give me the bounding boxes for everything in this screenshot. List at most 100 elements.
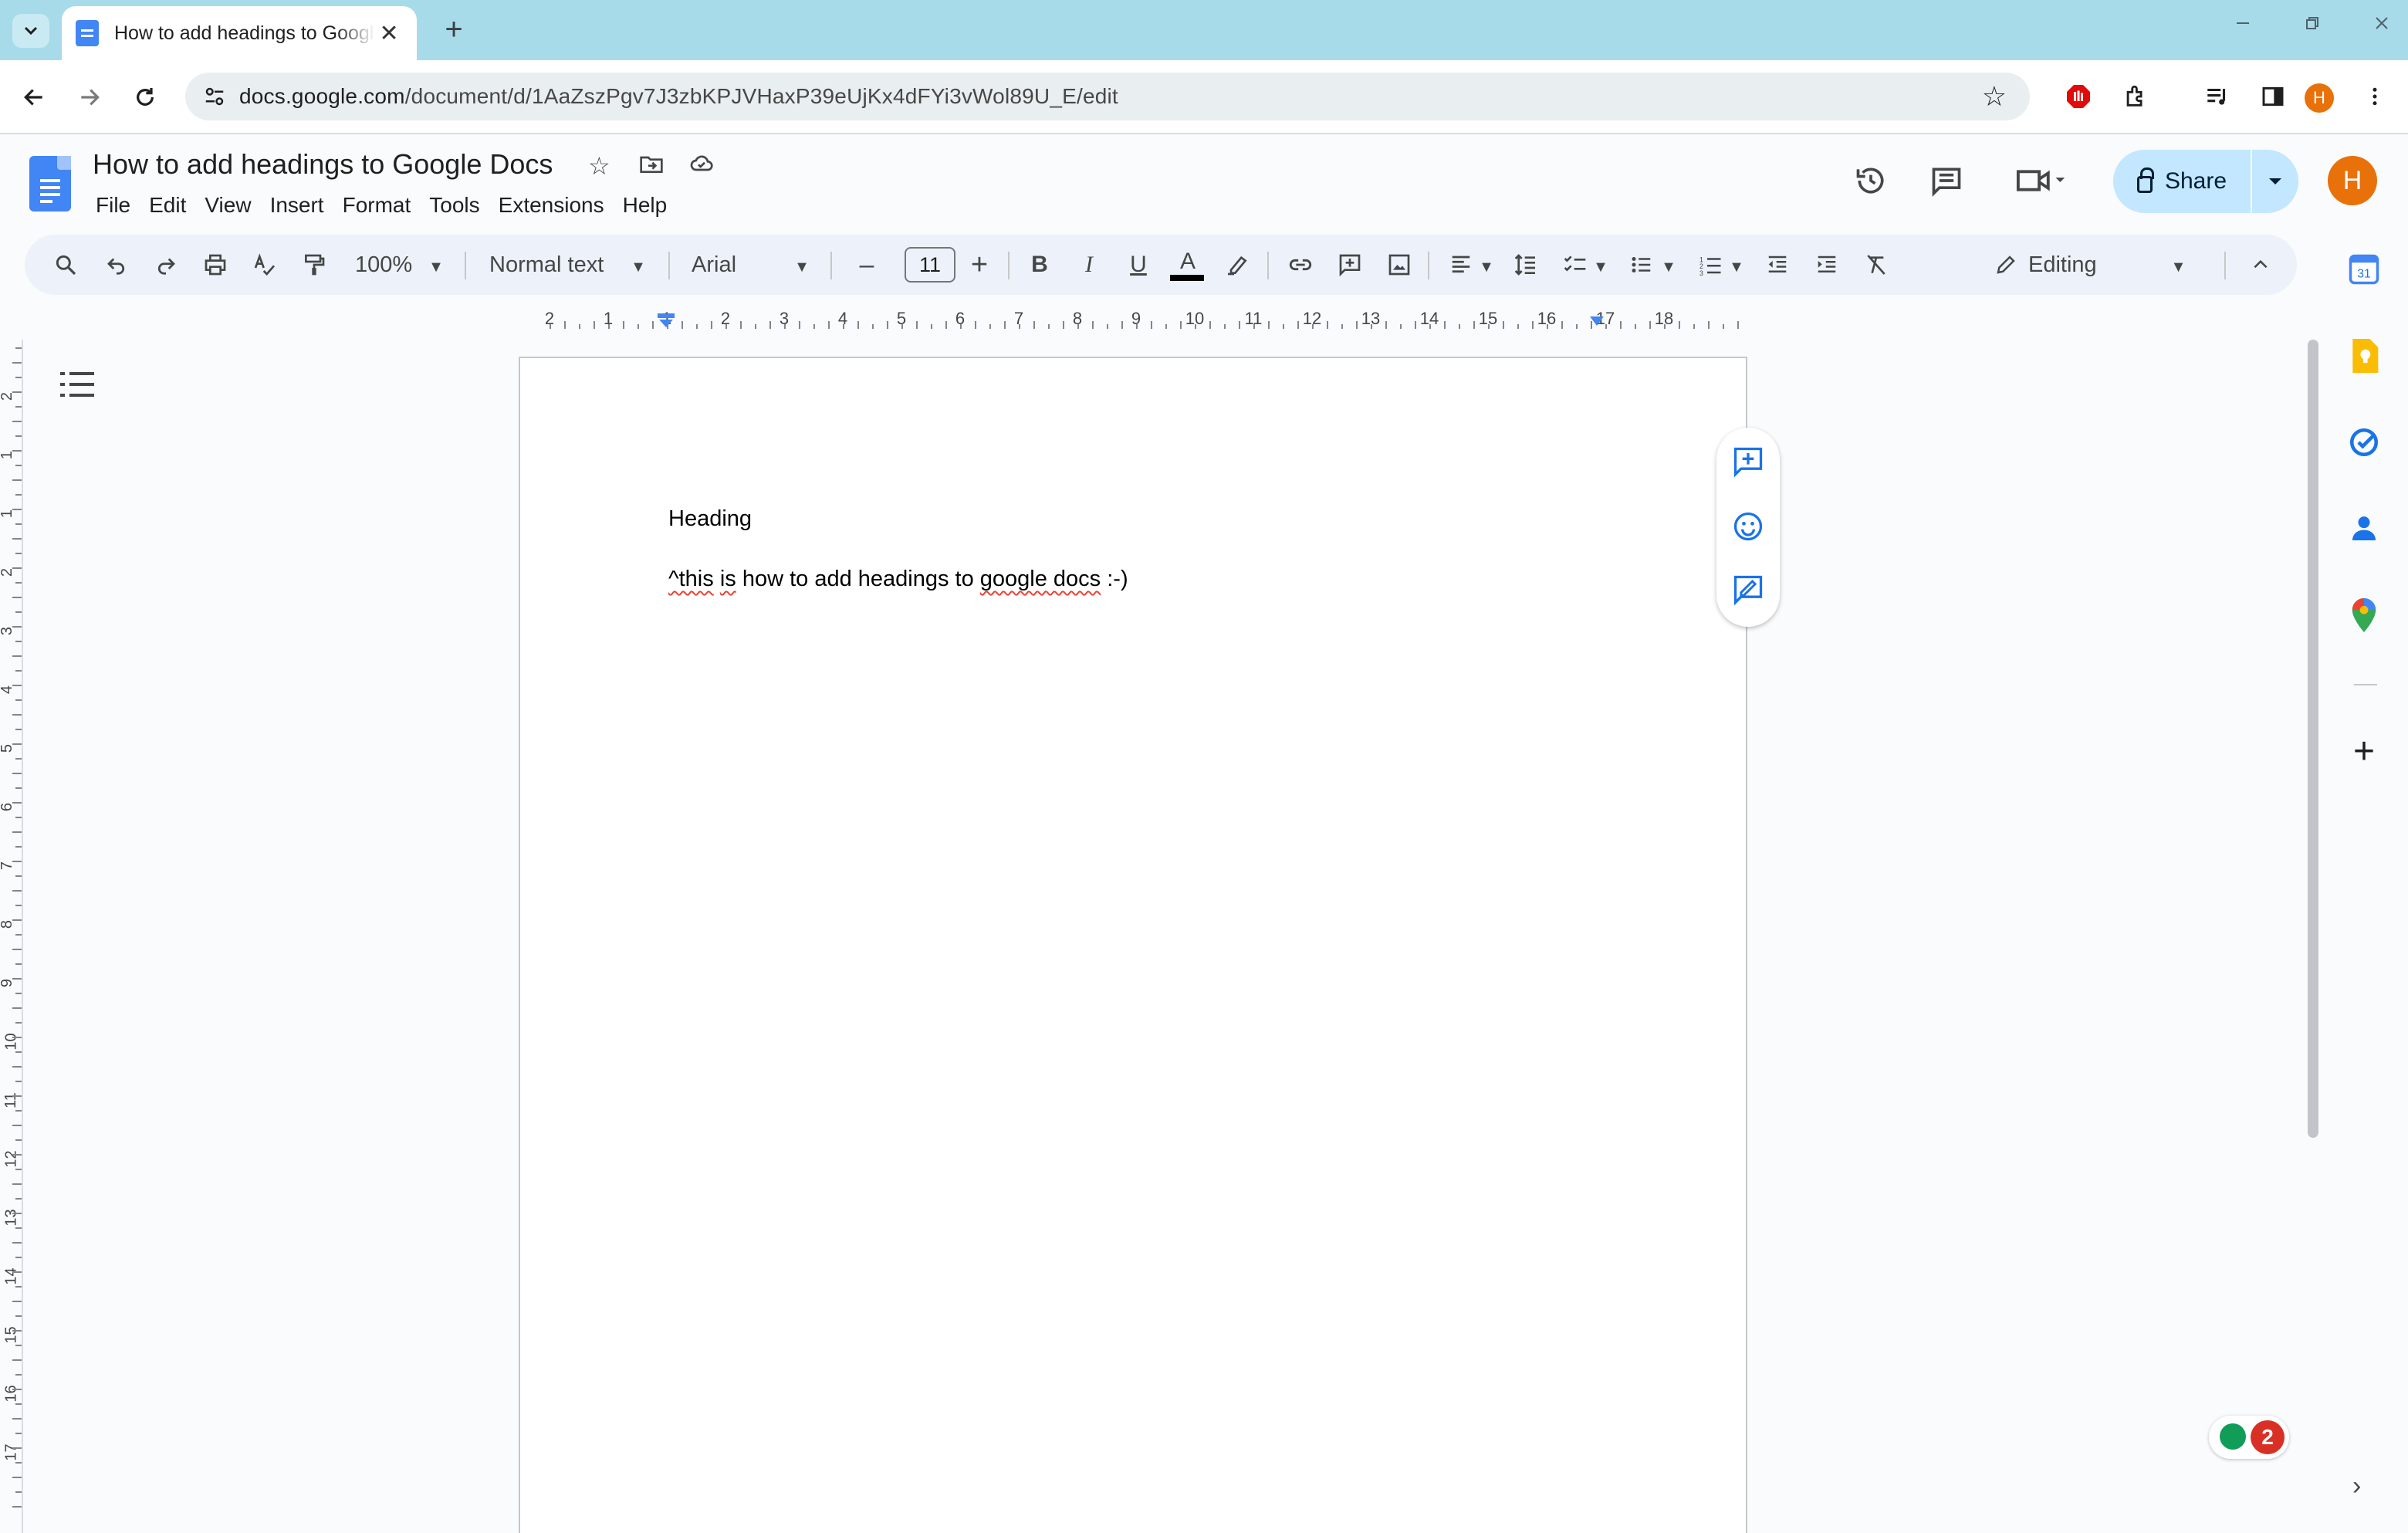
- increase-font-size-button[interactable]: +: [960, 245, 999, 284]
- decrease-indent-icon[interactable]: [1758, 245, 1797, 284]
- extensions-puzzle-icon[interactable]: [2116, 77, 2155, 116]
- ruler-number: 14: [2, 1267, 20, 1285]
- tab-search-button[interactable]: [12, 14, 49, 48]
- bullet-dropdown-icon[interactable]: ▼: [1659, 245, 1678, 284]
- clear-formatting-icon[interactable]: [1857, 245, 1896, 284]
- font-family-value[interactable]: Arial: [692, 245, 784, 284]
- menu-tools[interactable]: Tools: [420, 190, 489, 221]
- menu-insert[interactable]: Insert: [261, 190, 333, 221]
- adblock-extension-icon[interactable]: [2059, 77, 2098, 116]
- document-outline-icon[interactable]: [60, 369, 97, 400]
- maps-icon[interactable]: [2343, 594, 2385, 636]
- calendar-icon[interactable]: 31: [2343, 249, 2385, 290]
- get-add-ons-icon[interactable]: +: [2343, 730, 2385, 772]
- left-indent-marker-icon[interactable]: [658, 313, 675, 329]
- star-icon[interactable]: ☆: [588, 151, 610, 181]
- account-avatar[interactable]: H: [2328, 156, 2377, 205]
- share-button[interactable]: Share: [2113, 150, 2252, 213]
- align-left-icon[interactable]: [1442, 245, 1480, 284]
- tab-close-icon[interactable]: ✕: [375, 20, 403, 47]
- chevron-right-icon[interactable]: ›: [2352, 1471, 2361, 1501]
- menu-file[interactable]: File: [86, 190, 140, 221]
- checklist-dropdown-icon[interactable]: ▼: [1591, 245, 1610, 284]
- paragraph-style-value[interactable]: Normal text: [489, 245, 628, 284]
- zoom-dropdown-icon[interactable]: ▼: [424, 245, 448, 284]
- body-paragraph[interactable]: ^this is how to add headings to google d…: [668, 567, 1128, 592]
- checklist-icon[interactable]: [1556, 245, 1595, 284]
- tasks-icon[interactable]: [2343, 421, 2385, 463]
- media-controls-icon[interactable]: [2198, 77, 2237, 116]
- underline-icon[interactable]: U: [1119, 245, 1158, 284]
- numbered-list-icon[interactable]: 123: [1692, 245, 1730, 284]
- keep-icon[interactable]: [2343, 335, 2385, 377]
- menu-help[interactable]: Help: [614, 190, 677, 221]
- collapse-menus-icon[interactable]: [2241, 245, 2280, 284]
- version-history-icon[interactable]: [1849, 159, 1892, 202]
- zoom-value[interactable]: 100%: [355, 245, 424, 284]
- contacts-icon[interactable]: [2343, 508, 2385, 550]
- window-close-icon[interactable]: [2359, 12, 2405, 39]
- menu-format[interactable]: Format: [333, 190, 421, 221]
- redo-icon[interactable]: [147, 245, 185, 284]
- paint-format-icon[interactable]: [295, 245, 333, 284]
- add-comment-icon[interactable]: [1731, 445, 1765, 479]
- font-dropdown-icon[interactable]: ▼: [790, 245, 813, 284]
- add-comment-icon[interactable]: [1331, 245, 1369, 284]
- comments-icon[interactable]: [1925, 159, 1968, 202]
- url-bar[interactable]: docs.google.com/document/d/1AaZszPgv7J3z…: [185, 73, 2030, 120]
- search-menus-icon[interactable]: [46, 245, 85, 284]
- bold-icon[interactable]: B: [1020, 245, 1059, 284]
- increase-indent-icon[interactable]: [1808, 245, 1846, 284]
- style-dropdown-icon[interactable]: ▼: [627, 245, 650, 284]
- document-title[interactable]: How to add headings to Google Docs: [93, 148, 553, 181]
- document-page[interactable]: Heading ^this is how to add headings to …: [519, 357, 1747, 1533]
- browser-tab-active[interactable]: How to add headings to Google Docs ✕: [62, 6, 417, 60]
- menu-extensions[interactable]: Extensions: [489, 190, 614, 221]
- share-dropdown-button[interactable]: [2252, 150, 2298, 213]
- highlight-color-icon[interactable]: [1218, 245, 1256, 284]
- browser-menu-icon[interactable]: [2356, 77, 2394, 116]
- right-indent-marker-icon[interactable]: [1588, 315, 1605, 329]
- font-size-input[interactable]: 11: [905, 247, 955, 283]
- meet-video-icon[interactable]: [2011, 159, 2073, 202]
- ruler-tick: [681, 321, 683, 329]
- editing-mode-dropdown[interactable]: Editing ▼: [1994, 245, 2195, 284]
- side-panel-icon[interactable]: [2254, 77, 2292, 116]
- heading-text[interactable]: Heading: [668, 506, 752, 532]
- move-folder-icon[interactable]: [638, 151, 665, 182]
- browser-profile-avatar[interactable]: H: [2305, 83, 2334, 113]
- misspelled-word[interactable]: ^this: [668, 567, 714, 591]
- menu-view[interactable]: View: [195, 190, 260, 221]
- decrease-font-size-button[interactable]: –: [847, 245, 886, 284]
- minimize-icon[interactable]: [2220, 12, 2266, 39]
- back-button[interactable]: [15, 79, 52, 116]
- line-spacing-icon[interactable]: [1507, 245, 1545, 284]
- forward-button[interactable]: [71, 79, 108, 116]
- new-tab-button[interactable]: +: [437, 14, 471, 48]
- toolbar-divider: [668, 252, 670, 279]
- vertical-scrollbar[interactable]: [2308, 340, 2318, 1138]
- italic-icon[interactable]: I: [1070, 245, 1108, 284]
- spellcheck-icon[interactable]: [245, 245, 284, 284]
- bookmark-star-icon[interactable]: ☆: [1982, 80, 2007, 113]
- docs-home-logo[interactable]: [29, 156, 71, 212]
- insert-link-icon[interactable]: [1281, 245, 1320, 284]
- numbered-dropdown-icon[interactable]: ▼: [1727, 245, 1746, 284]
- vertical-ruler[interactable]: 2 1 1 2 3 4 5 6 7 8 9 10 11 12 13 14 15 16 17: [0, 340, 23, 1533]
- site-settings-icon[interactable]: [202, 85, 227, 108]
- undo-icon[interactable]: [97, 245, 136, 284]
- reload-button[interactable]: [127, 79, 164, 116]
- misspelled-word[interactable]: is: [720, 567, 736, 591]
- bulleted-list-icon[interactable]: [1622, 245, 1661, 284]
- restore-icon[interactable]: [2289, 12, 2335, 39]
- cloud-saved-icon[interactable]: [687, 151, 716, 182]
- horizontal-ruler[interactable]: 2 1 1 2 3 4 5 6 7 8 9 10 11 12 13 14 15 16 17 18: [519, 309, 1747, 329]
- align-dropdown-icon[interactable]: ▼: [1477, 245, 1496, 284]
- menu-edit[interactable]: Edit: [140, 190, 195, 221]
- print-icon[interactable]: [196, 245, 235, 284]
- assistant-badge[interactable]: 2: [2209, 1416, 2289, 1459]
- insert-image-icon[interactable]: [1380, 245, 1419, 284]
- suggest-edits-icon[interactable]: [1731, 573, 1765, 607]
- misspelled-word[interactable]: google docs: [980, 567, 1101, 591]
- add-emoji-reaction-icon[interactable]: [1731, 509, 1765, 543]
